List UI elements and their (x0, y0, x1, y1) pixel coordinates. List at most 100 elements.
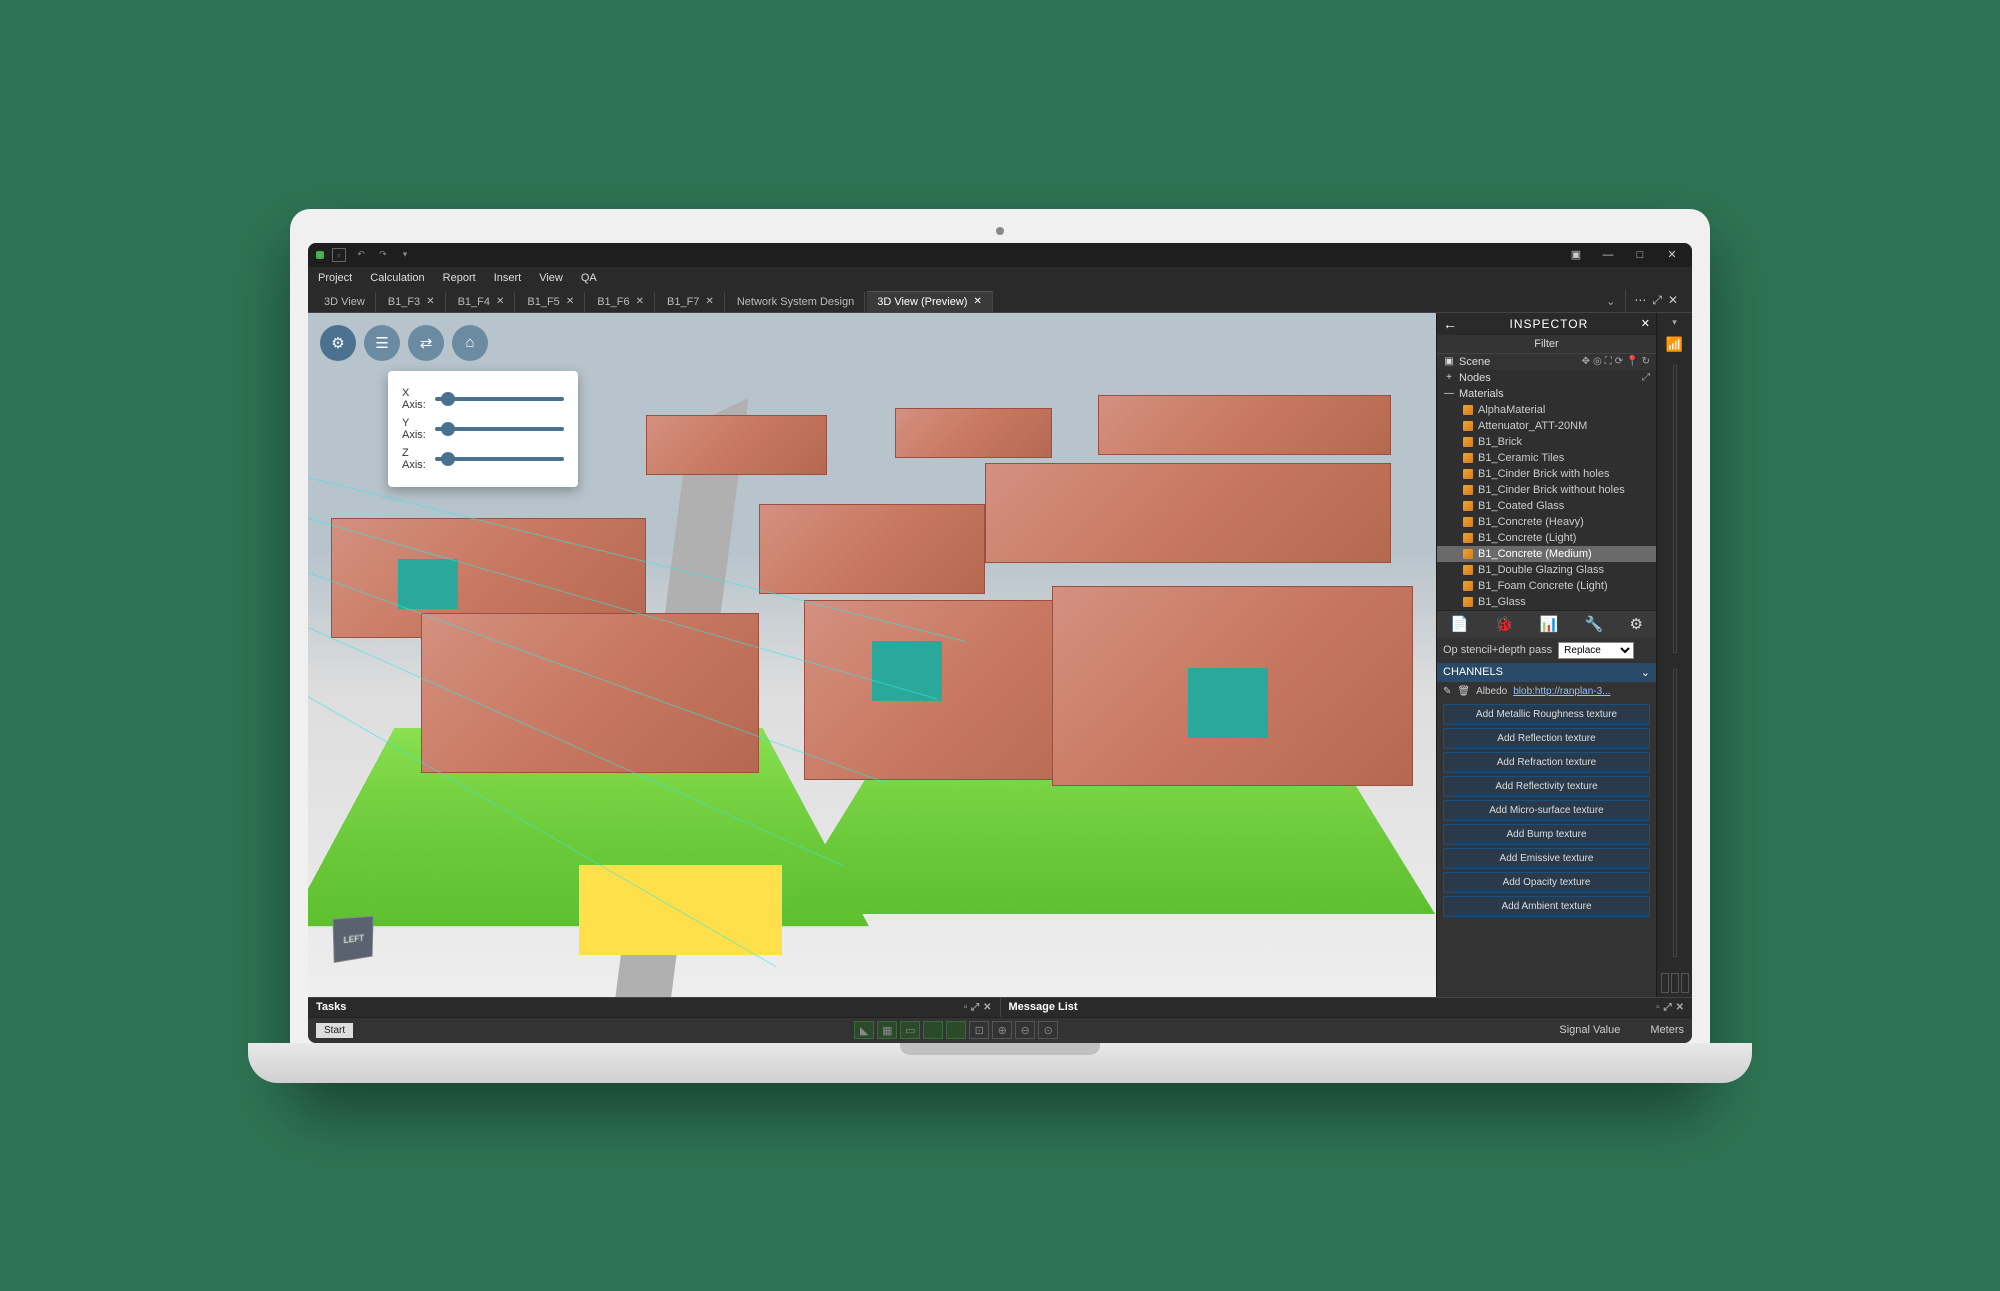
material-item[interactable]: B1_Cinder Brick without holes (1437, 482, 1656, 498)
material-item[interactable]: B1_Glass (1437, 594, 1656, 610)
tab-b1-f5[interactable]: B1_F5✕ (517, 292, 585, 312)
zoom-region-icon[interactable]: ⊙ (1038, 1021, 1058, 1039)
refresh-icon[interactable]: ⟳ (1615, 356, 1623, 367)
stencil-select[interactable]: Replace (1558, 642, 1634, 659)
3d-viewport[interactable]: ⚙ ☰ ⇄ ⌂ X Axis: Y Axis: Z Axis: LEFT (308, 313, 1436, 997)
z-axis-slider[interactable] (435, 457, 564, 461)
doc-icon[interactable]: 📄 (1450, 615, 1469, 633)
channel-button[interactable]: Add Bump texture (1443, 824, 1650, 845)
pin2-icon[interactable]: 📍 (1626, 356, 1638, 367)
inspector-back-button[interactable]: ← (1443, 316, 1457, 332)
dropdown-icon[interactable]: ▾ (398, 248, 412, 262)
antenna-icon[interactable]: ▾ (1672, 317, 1677, 328)
close-icon[interactable]: ✕ (636, 296, 644, 307)
ribbon-toggle-icon[interactable]: ▣ (1564, 245, 1588, 265)
material-item[interactable]: B1_Concrete (Light) (1437, 530, 1656, 546)
panel-dock-icon[interactable]: ▫ (1656, 1002, 1660, 1013)
channel-button[interactable]: Add Ambient texture (1443, 896, 1650, 917)
reload-icon[interactable]: ↻ (1642, 356, 1650, 367)
gizmo-cube[interactable]: LEFT (332, 915, 373, 962)
zoom-out-icon[interactable]: ⊖ (1015, 1021, 1035, 1039)
slider-track-1[interactable] (1673, 365, 1677, 653)
tabs-overflow-chevron[interactable]: ⌄ (1598, 291, 1623, 312)
wrench-icon[interactable]: 🔧 (1585, 615, 1604, 633)
zoom-to-fit-icon[interactable]: ⊡ (969, 1021, 989, 1039)
fullscreen-icon[interactable]: ⤢ (1642, 372, 1650, 383)
signal-icon[interactable]: 📶 (1666, 336, 1683, 353)
close-icon[interactable]: ✕ (705, 296, 713, 307)
tab-3d-view[interactable]: 3D View (314, 292, 376, 312)
channel-button[interactable]: Add Opacity texture (1443, 872, 1650, 893)
tab-network-system-design[interactable]: Network System Design (727, 292, 865, 312)
messages-panel-header[interactable]: Message List ▫⤢✕ (1000, 998, 1693, 1017)
trash-icon[interactable]: 🗑 (1457, 686, 1470, 697)
materials-row[interactable]: — Materials (1437, 386, 1656, 402)
panel-dock-icon[interactable]: ▫ (964, 1002, 968, 1013)
channel-button[interactable]: Add Refraction texture (1443, 752, 1650, 773)
tasks-panel-header[interactable]: Tasks ▫⤢✕ (308, 998, 1000, 1017)
start-button[interactable]: Start (316, 1023, 353, 1038)
inspector-close-button[interactable]: ✕ (1641, 317, 1650, 330)
channel-button[interactable]: Add Reflection texture (1443, 728, 1650, 749)
material-item[interactable]: B1_Foam Concrete (Light) (1437, 578, 1656, 594)
swap-button[interactable]: ⇄ (408, 325, 444, 361)
tab-b1-f4[interactable]: B1_F4✕ (448, 292, 516, 312)
slider-track-2[interactable] (1673, 669, 1677, 957)
expand-icon[interactable]: ⛶ (1605, 356, 1612, 367)
panel-pin-icon[interactable]: ⤢ (971, 1002, 979, 1013)
menu-project[interactable]: Project (318, 272, 352, 284)
target-icon[interactable]: ◎ (1593, 356, 1602, 367)
tool-1[interactable]: ◣ (854, 1021, 874, 1039)
channel-button[interactable]: Add Reflectivity texture (1443, 776, 1650, 797)
panel-pin-icon[interactable]: ⤢ (1664, 1002, 1672, 1013)
material-item[interactable]: Attenuator_ATT-20NM (1437, 418, 1656, 434)
channel-button[interactable]: Add Metallic Roughness texture (1443, 704, 1650, 725)
material-item[interactable]: B1_Brick (1437, 434, 1656, 450)
maximize-button[interactable]: □ (1628, 245, 1652, 265)
move-icon[interactable]: ✥ (1582, 356, 1590, 367)
minimize-button[interactable]: — (1596, 245, 1620, 265)
orientation-gizmo[interactable]: LEFT (332, 917, 392, 977)
close-window-button[interactable]: ✕ (1660, 245, 1684, 265)
tool-4[interactable] (923, 1021, 943, 1039)
material-item[interactable]: B1_Ceramic Tiles (1437, 450, 1656, 466)
channel-button[interactable]: Add Emissive texture (1443, 848, 1650, 869)
material-item[interactable]: AlphaMaterial (1437, 402, 1656, 418)
panel-close-icon[interactable]: ✕ (983, 1002, 991, 1013)
panel-close-icon[interactable]: ✕ (1676, 1002, 1684, 1013)
home-button[interactable]: ⌂ (452, 325, 488, 361)
zoom-in-icon[interactable]: ⊕ (992, 1021, 1012, 1039)
menu-calculation[interactable]: Calculation (370, 272, 424, 284)
cog-icon[interactable]: ⚙ (1629, 615, 1642, 633)
chart-icon[interactable]: 📊 (1540, 615, 1559, 633)
close-icon[interactable]: ✕ (566, 296, 574, 307)
close-icon[interactable]: ✕ (973, 296, 981, 307)
channel-button[interactable]: Add Micro-surface texture (1443, 800, 1650, 821)
close-icon[interactable]: ✕ (496, 296, 504, 307)
material-item[interactable]: B1_Cinder Brick with holes (1437, 466, 1656, 482)
nodes-row[interactable]: + Nodes ⤢ (1437, 370, 1656, 386)
pencil-icon[interactable]: ✎ (1443, 686, 1451, 697)
more-icon[interactable]: ⋯ (1634, 293, 1646, 307)
tab-3d-view-preview-[interactable]: 3D View (Preview)✕ (867, 291, 993, 312)
settings-button[interactable]: ⚙ (320, 325, 356, 361)
filter-button[interactable]: ☰ (364, 325, 400, 361)
tool-5[interactable] (946, 1021, 966, 1039)
menu-view[interactable]: View (539, 272, 563, 284)
inspector-filter-input[interactable]: Filter (1437, 335, 1656, 354)
redo-icon[interactable]: ↷ (376, 248, 390, 262)
pin-icon[interactable]: ⤢ (1652, 293, 1662, 308)
y-axis-slider[interactable] (435, 427, 564, 431)
bug-icon[interactable]: 🐞 (1495, 615, 1514, 633)
tool-2[interactable]: ▦ (877, 1021, 897, 1039)
tool-3[interactable]: ▭ (900, 1021, 920, 1039)
tab-b1-f6[interactable]: B1_F6✕ (587, 292, 655, 312)
material-item[interactable]: B1_Coated Glass (1437, 498, 1656, 514)
albedo-link[interactable]: blob:http://ranplan-3... (1513, 686, 1650, 697)
close-icon[interactable]: ✕ (426, 296, 434, 307)
tab-b1-f3[interactable]: B1_F3✕ (378, 292, 446, 312)
x-axis-slider[interactable] (435, 397, 564, 401)
material-item[interactable]: B1_Concrete (Heavy) (1437, 514, 1656, 530)
menu-insert[interactable]: Insert (494, 272, 522, 284)
channels-header[interactable]: CHANNELS ⌄ (1437, 663, 1656, 682)
